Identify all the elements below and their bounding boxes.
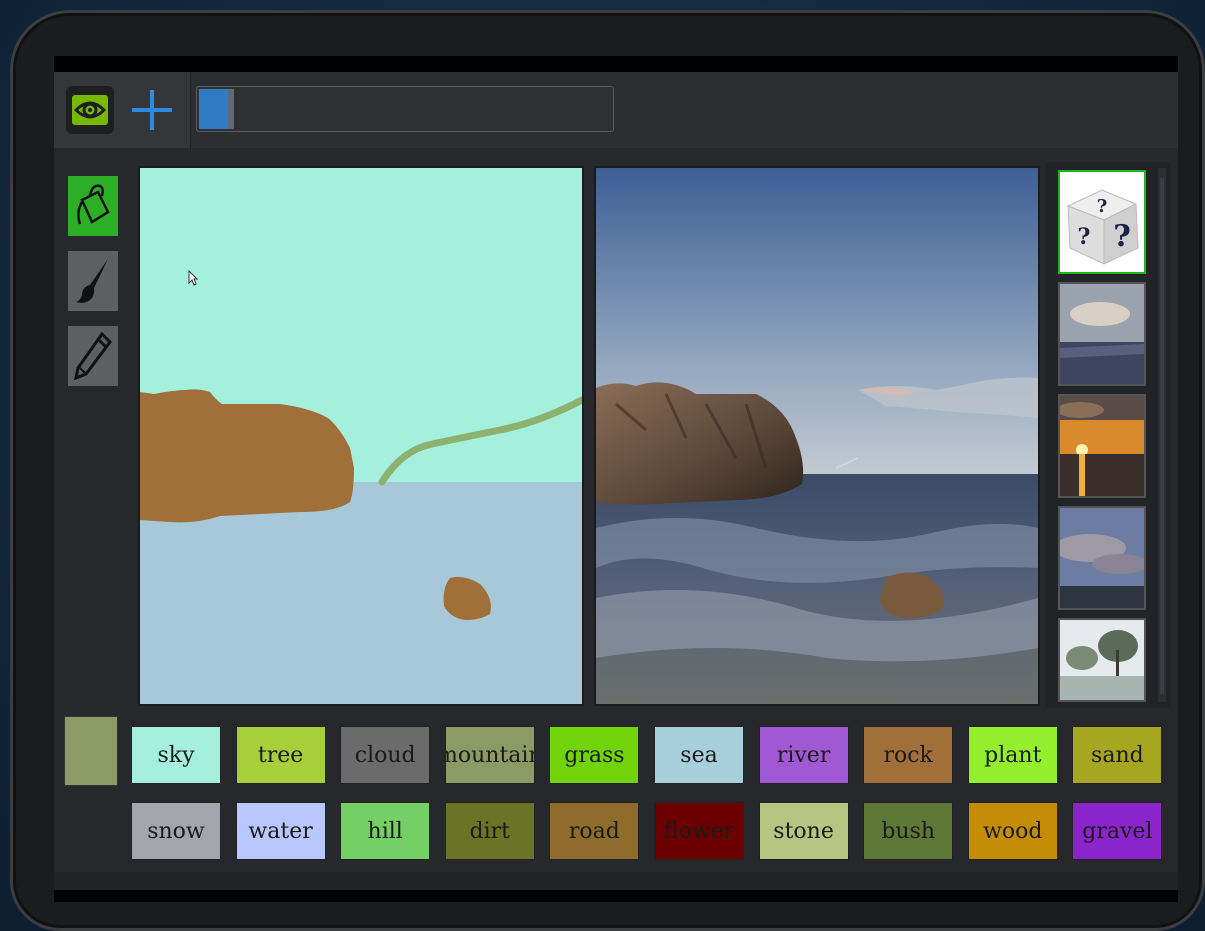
top-bar (54, 72, 1178, 148)
style-thumbnail-sunset-sea[interactable] (1058, 394, 1146, 498)
pencil-tool-button[interactable] (68, 326, 118, 386)
nvidia-eye-icon (72, 95, 108, 125)
random-style-thumbnail[interactable]: ? ? ? (1058, 170, 1146, 274)
palette-button-sky[interactable]: sky (131, 726, 221, 784)
palette-button-rock[interactable]: rock (863, 726, 954, 784)
style-gallery: ? ? ? (1046, 162, 1170, 708)
bottom-strip (54, 872, 1178, 890)
svg-text:?: ? (1097, 196, 1108, 217)
top-tool-tray (54, 72, 191, 148)
screen: ? ? ? sky tree cloud ountai grass sea ri… (54, 56, 1178, 902)
style-thumbnail-misty-trees[interactable] (1058, 618, 1146, 702)
progress-bar-fill (199, 89, 234, 129)
add-button[interactable] (130, 88, 174, 132)
style-gallery-scrollbar[interactable] (1158, 168, 1166, 702)
palette-button-snow[interactable]: snow (131, 802, 221, 860)
style-thumbnail-dusk-sky[interactable] (1058, 506, 1146, 610)
palette-button-water[interactable]: water (235, 802, 326, 860)
brush-tool-button[interactable] (68, 251, 118, 311)
generated-output-image (594, 166, 1040, 706)
palette-button-flower[interactable]: flower (654, 802, 744, 860)
palette-button-dirt[interactable]: dirt (444, 802, 535, 860)
misty-trees-image (1060, 620, 1144, 700)
paintbrush-icon (76, 259, 108, 303)
segmentation-canvas[interactable] (138, 166, 584, 706)
mouse-cursor-icon (188, 270, 198, 286)
dice-icon: ? ? ? (1060, 172, 1144, 272)
sunset-sea-image (1060, 396, 1144, 496)
palette-button-wood[interactable]: wood (967, 802, 1058, 860)
paint-bucket-icon (77, 184, 110, 225)
palette-button-hill[interactable]: hill (340, 802, 431, 860)
palette-button-mountain[interactable]: mountain (444, 726, 535, 784)
pencil-icon (73, 331, 112, 381)
palette-button-sand[interactable]: sand (1072, 726, 1163, 784)
palette-button-tree[interactable]: tree (235, 726, 326, 784)
palette-button-bush[interactable]: bush (863, 802, 954, 860)
cloudy-city-image (1060, 284, 1144, 384)
fill-tool-button[interactable] (68, 176, 118, 236)
palette-button-river[interactable]: river (758, 726, 849, 784)
palette-button-gravel[interactable]: gravel (1072, 802, 1163, 860)
palette-button-stone[interactable]: stone (758, 802, 849, 860)
style-thumbnail-cloudy-city[interactable] (1058, 282, 1146, 386)
scrollbar-thumb[interactable] (1160, 178, 1164, 694)
palette-button-sea[interactable]: sea (654, 726, 744, 784)
dusk-sky-image (1060, 508, 1144, 608)
palette-button-road[interactable]: road (549, 802, 640, 860)
palette-button-cloud[interactable]: cloud (340, 726, 431, 784)
palette-button-plant[interactable]: plant (967, 726, 1058, 784)
gaugan-app: ? ? ? sky tree cloud ountai grass sea ri… (54, 72, 1178, 890)
tablet-frame: ? ? ? sky tree cloud ountai grass sea ri… (10, 10, 1205, 931)
segmentation-drawing (140, 168, 582, 704)
palette-button-grass[interactable]: grass (549, 726, 640, 784)
svg-text:?: ? (1113, 219, 1131, 254)
nvidia-logo-button[interactable] (66, 86, 114, 134)
progress-bar (196, 86, 614, 132)
current-label-swatch (64, 716, 118, 786)
drawing-tools (68, 176, 120, 401)
plus-icon (132, 90, 172, 130)
landscape-render (596, 168, 1038, 704)
svg-text:?: ? (1078, 224, 1091, 250)
